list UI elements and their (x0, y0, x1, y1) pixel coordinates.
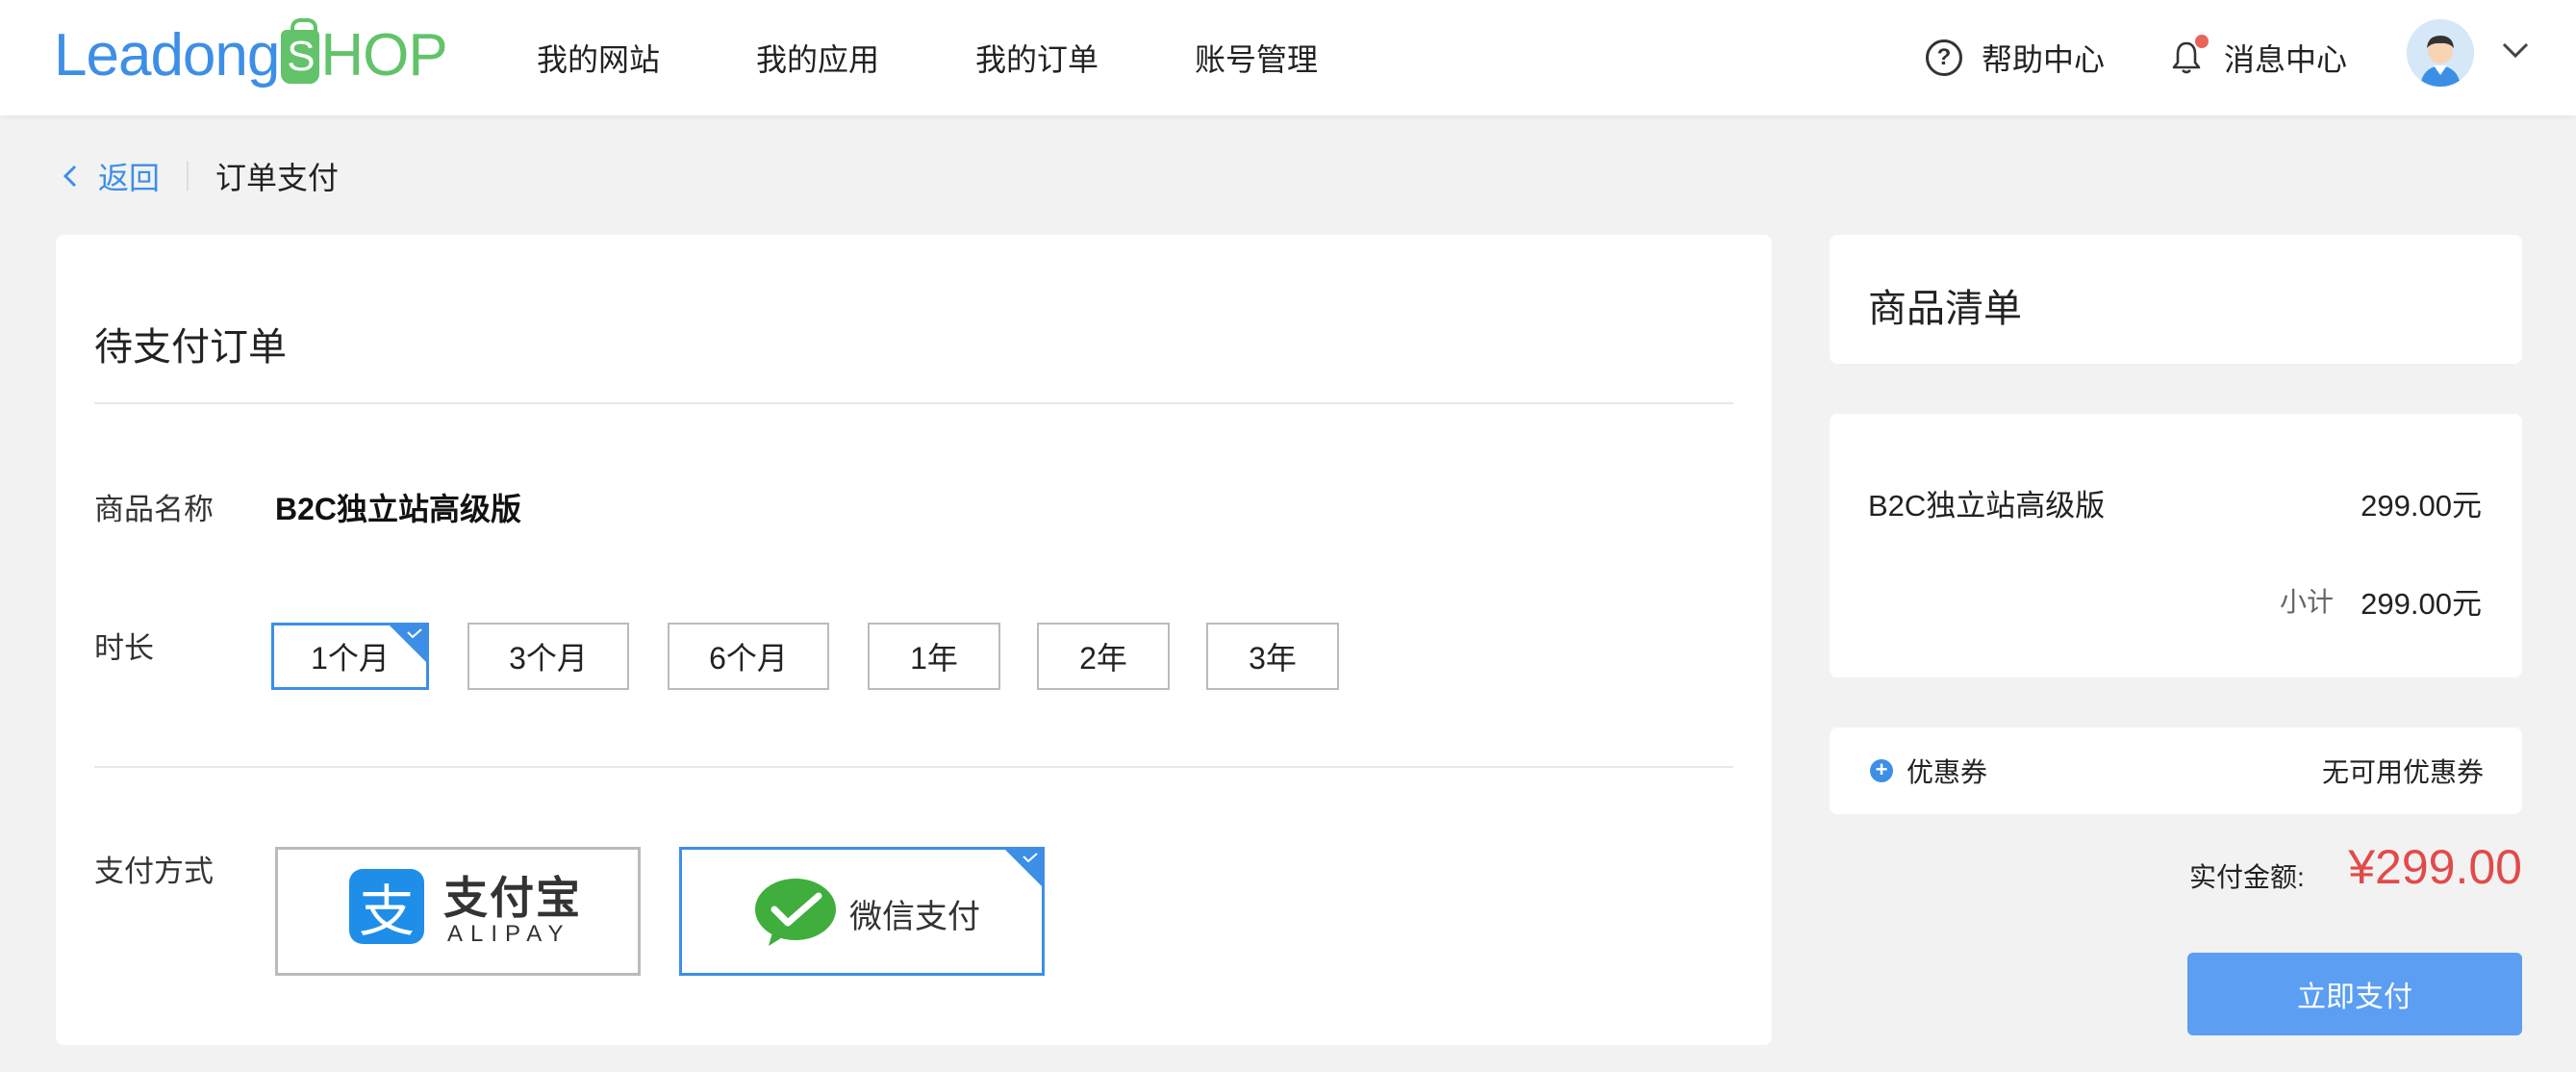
paid-amount-value: ¥299.00 (2348, 840, 2522, 894)
coupon-label: 优惠券 (1907, 757, 1988, 787)
coupon-card: + 优惠券 无可用优惠券 (1830, 727, 2522, 814)
summary-item-name: B2C独立站高级版 (1868, 489, 2106, 523)
duration-option-label: 2年 (1079, 641, 1127, 676)
shopping-bag-icon: S (281, 18, 320, 84)
coupon-toggle[interactable]: + 优惠券 (1870, 727, 1987, 814)
alipay-icon-glyph: 支 (358, 881, 415, 943)
alipay-name: 支付宝 (443, 873, 582, 923)
divider (94, 402, 1733, 404)
wechat-pay-name: 微信支付 (849, 899, 980, 935)
back-link[interactable]: 返回 (62, 154, 160, 198)
duration-label: 时长 (94, 631, 154, 665)
help-center-link[interactable]: ? 帮助中心 (1926, 0, 2118, 115)
duration-option-2-years[interactable]: 2年 (1037, 623, 1170, 690)
payment-method-label: 支付方式 (94, 855, 214, 888)
question-circle-icon: ? (1926, 39, 1962, 76)
breadcrumb-divider (187, 162, 189, 191)
duration-option-3-months[interactable]: 3个月 (467, 623, 629, 690)
chevron-down-icon[interactable] (2501, 40, 2530, 60)
subtotal-label: 小计 (2279, 587, 2334, 617)
wechat-pay-icon (755, 879, 836, 946)
plus-circle-icon: + (1870, 759, 1893, 782)
bell-icon (2172, 35, 2209, 75)
duration-option-1-month[interactable]: 1个月 (271, 623, 429, 690)
user-avatar[interactable] (2407, 19, 2474, 87)
help-center-label: 帮助中心 (1982, 42, 2106, 77)
duration-option-label: 3个月 (509, 641, 588, 676)
message-center-label: 消息中心 (2224, 42, 2348, 77)
payment-option-alipay[interactable]: 支 支付宝 ALIPAY (275, 847, 641, 976)
leadongshop-logo[interactable]: Leadong S HOP (54, 18, 448, 89)
summary-item-price: 299.00元 (2361, 489, 2482, 523)
nav-account-management[interactable]: 账号管理 (1195, 36, 1318, 80)
message-center-link[interactable]: 消息中心 (2172, 0, 2364, 115)
product-name-label: 商品名称 (94, 493, 214, 526)
duration-option-label: 6个月 (709, 641, 788, 676)
coupon-status: 无可用优惠券 (2321, 757, 2484, 787)
logo-text-hop: HOP (320, 21, 447, 89)
duration-option-3-years[interactable]: 3年 (1206, 623, 1339, 690)
nav-my-apps[interactable]: 我的应用 (756, 36, 879, 80)
paid-amount-label: 实付金额: (2189, 862, 2305, 892)
chevron-left-icon (63, 165, 77, 188)
nav-my-websites[interactable]: 我的网站 (537, 36, 660, 80)
breadcrumb: 返回 订单支付 (62, 154, 339, 198)
duration-option-6-months[interactable]: 6个月 (668, 623, 829, 690)
main-nav: 我的网站 我的应用 我的订单 账号管理 (537, 0, 1414, 115)
logo-bag-letter: S (287, 33, 315, 80)
divider (94, 766, 1733, 768)
pay-now-button[interactable]: 立即支付 (2187, 953, 2522, 1035)
alipay-icon: 支 (349, 869, 424, 944)
subtotal-value: 299.00元 (2361, 587, 2482, 621)
alipay-subtitle: ALIPAY (447, 921, 571, 947)
breadcrumb-current: 订单支付 (215, 161, 340, 195)
nav-my-orders[interactable]: 我的订单 (975, 36, 1099, 80)
duration-option-label: 3年 (1249, 641, 1297, 676)
duration-option-label: 1个月 (311, 641, 390, 676)
pending-order-card: 待支付订单 商品名称 B2C独立站高级版 时长 1个月 3个月 6个月 1年 2… (56, 235, 1772, 1045)
product-list-card: B2C独立站高级版 299.00元 小计 299.00元 (1830, 414, 2522, 677)
product-name-value: B2C独立站高级版 (275, 492, 522, 526)
duration-option-1-year[interactable]: 1年 (868, 623, 1000, 690)
order-card-title: 待支付订单 (94, 326, 287, 369)
checkmark-icon (1023, 853, 1038, 862)
payment-option-wechat[interactable]: 微信支付 (679, 847, 1045, 976)
duration-option-label: 1年 (910, 641, 958, 676)
product-list-title: 商品清单 (1868, 288, 2022, 330)
back-label: 返回 (98, 161, 161, 195)
logo-text-leadong: Leadong (54, 21, 280, 89)
product-list-header-card: 商品清单 (1830, 235, 2522, 364)
notification-dot (2195, 35, 2209, 48)
top-header: Leadong S HOP 我的网站 我的应用 我的订单 账号管理 ? 帮助中心… (0, 0, 2576, 115)
checkmark-icon (407, 628, 422, 638)
